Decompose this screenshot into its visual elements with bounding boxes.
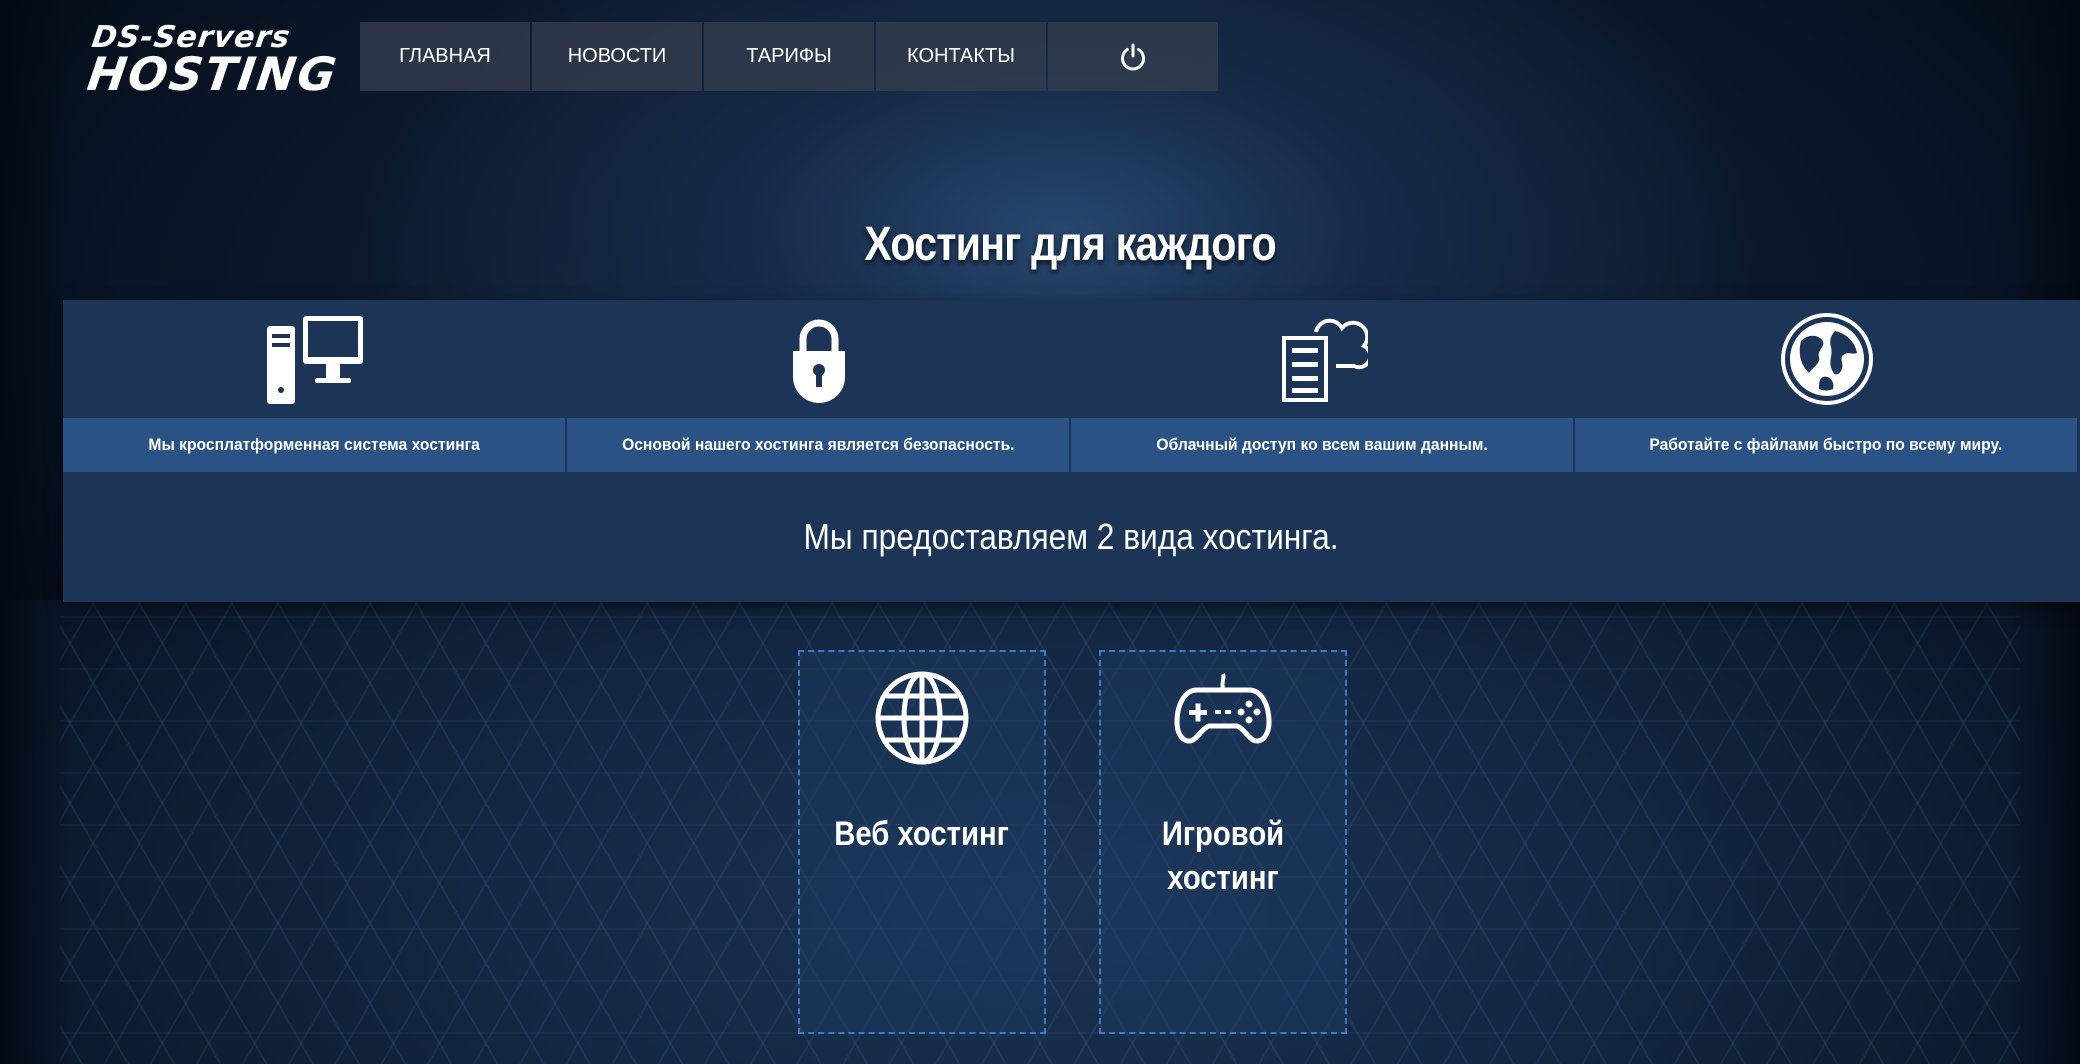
feature-icon-cell-platform [63, 300, 567, 418]
site-logo[interactable]: DS-Servers HOSTING [84, 20, 341, 101]
nav-item-tariffs[interactable]: ТАРИФЫ [704, 22, 874, 91]
feature-caption-cloud: Облачный доступ ко всем вашим данным. [1071, 418, 1573, 472]
feature-icon-cell-cloud [1071, 300, 1575, 418]
card-title: Веб хостинг [800, 812, 1044, 856]
feature-caption-globe: Работайте с файлами быстро по всему миру… [1575, 418, 2077, 472]
card-title: Игровой хостинг [1101, 812, 1345, 900]
main-navigation: ГЛАВНАЯ НОВОСТИ ТАРИФЫ КОНТАКТЫ [360, 22, 1220, 91]
card-icon-wrap [800, 670, 1044, 770]
power-button[interactable] [1048, 22, 1218, 91]
page-title: Хостинг для каждого [864, 218, 1276, 271]
globe-world-icon [1781, 313, 1873, 405]
feature-captions-row: Мы кросплатформенная система хостинга Ос… [63, 418, 2080, 472]
power-icon [1121, 43, 1145, 70]
vignette-left [0, 0, 70, 1064]
feature-caption-text: Работайте с файлами быстро по всему миру… [1649, 435, 2003, 454]
feature-caption-text: Облачный доступ ко всем вашим данным. [1156, 435, 1488, 454]
game-hosting-card[interactable]: Игровой хостинг [1099, 650, 1347, 1034]
features-subtitle: Мы предоставляем 2 вида хостинга. [63, 472, 2080, 602]
nav-item-home[interactable]: ГЛАВНАЯ [360, 22, 530, 91]
nav-item-news[interactable]: НОВОСТИ [532, 22, 702, 91]
cloud-server-icon [1282, 318, 1368, 402]
features-panel: Мы кросплатформенная система хостинга Ос… [63, 300, 2080, 602]
card-title-text: Веб хостинг [834, 815, 1010, 853]
padlock-icon [793, 319, 845, 403]
features-subtitle-text: Мы предоставляем 2 вида хостинга. [803, 516, 1340, 557]
feature-icon-cell-globe [1575, 300, 2079, 418]
feature-caption-text: Мы кросплатформенная система хостинга [148, 435, 480, 454]
feature-caption-text: Основой нашего хостинга является безопас… [621, 435, 1015, 454]
web-globe-icon [875, 671, 969, 765]
feature-icons-row [63, 300, 2080, 418]
feature-caption-platform: Мы кросплатформенная система хостинга [63, 418, 565, 472]
gamepad-icon [1174, 673, 1272, 744]
desktop-computer-icon [267, 316, 363, 404]
feature-caption-security: Основой нашего хостинга является безопас… [567, 418, 1069, 472]
card-title-text: Игровой хостинг [1161, 815, 1285, 897]
logo-line2: HOSTING [84, 47, 342, 101]
feature-icon-cell-security [567, 300, 1071, 418]
web-hosting-card[interactable]: Веб хостинг [798, 650, 1046, 1034]
card-icon-wrap [1101, 670, 1345, 770]
nav-item-contacts[interactable]: КОНТАКТЫ [876, 22, 1046, 91]
